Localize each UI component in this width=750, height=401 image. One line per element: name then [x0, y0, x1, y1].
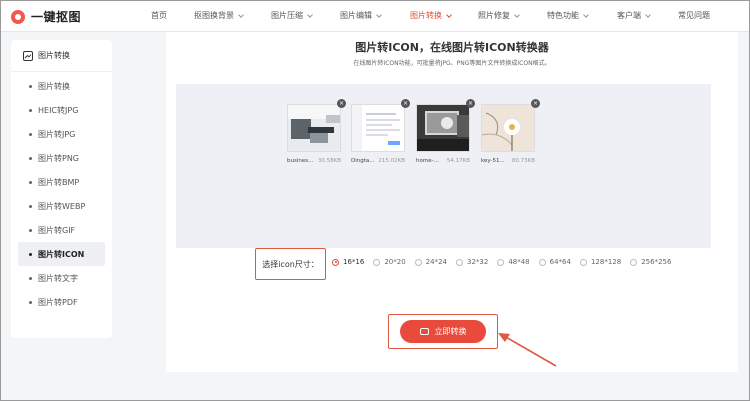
file-thumb: × busines... 30.58KB: [287, 99, 346, 164]
icon-size-options: 16*16 20*20 24*24 32*32 48*48 64*64 128*…: [332, 258, 680, 266]
remove-file-icon[interactable]: ×: [337, 99, 346, 108]
nav-item-cutout[interactable]: 抠图换背景: [194, 10, 244, 21]
size-option-16[interactable]: 16*16: [332, 258, 364, 266]
brand-name: 一键抠图: [31, 10, 82, 24]
icon-size-label: 选择icon尺寸：: [255, 248, 326, 280]
file-thumb: × home-... 54.17KB: [416, 99, 475, 164]
size-option-48[interactable]: 48*48: [497, 258, 530, 266]
nav-item-compress[interactable]: 图片压缩: [271, 10, 313, 21]
sidebar-item-to-icon[interactable]: 图片转ICON: [18, 242, 105, 266]
file-size: 54.17KB: [446, 158, 470, 164]
main-panel: 图片转ICON，在线图片转ICON转换器 在线图片转ICON功能，可批量将JPG…: [166, 32, 738, 372]
nav-item-faq[interactable]: 常见问题: [678, 10, 710, 21]
nav-item-restore[interactable]: 照片修复: [478, 10, 520, 21]
file-thumb: × Dingta... 215.02KB: [351, 99, 410, 164]
size-option-128[interactable]: 128*128: [579, 258, 621, 266]
brand[interactable]: 一键抠图: [11, 8, 81, 25]
chevron-down-icon: [514, 11, 520, 18]
sidebar-item-heic-to-jpg[interactable]: HEIC转JPG: [11, 98, 112, 122]
chevron-down-icon: [307, 11, 313, 18]
sidebar: 图片转换 图片转换 HEIC转JPG 图片转JPG 图片转PNG 图片转BMP …: [11, 40, 112, 338]
convert-icon: [419, 328, 429, 335]
remove-file-icon[interactable]: ×: [401, 99, 410, 108]
nav-item-features[interactable]: 特色功能: [547, 10, 589, 21]
nav-item-home[interactable]: 首页: [151, 10, 167, 21]
sidebar-item-to-text[interactable]: 图片转文字: [11, 266, 112, 290]
page-title: 图片转ICON，在线图片转ICON转换器: [355, 41, 549, 54]
sidebar-item-to-png[interactable]: 图片转PNG: [11, 146, 112, 170]
upload-area[interactable]: × busines... 30.58KB × Dingta... 215.02KB: [176, 84, 711, 248]
radio-icon: [538, 258, 546, 266]
size-option-20[interactable]: 20*20: [373, 258, 406, 266]
radio-icon: [455, 258, 463, 266]
file-size: 215.02KB: [378, 158, 405, 164]
sidebar-header-label: 图片转换: [38, 51, 70, 60]
thumbnail-image: [351, 104, 405, 152]
chevron-down-icon: [238, 11, 244, 18]
size-option-32[interactable]: 32*32: [455, 258, 488, 266]
radio-checked-icon: [332, 258, 339, 266]
size-option-256[interactable]: 256*256: [630, 258, 671, 266]
radio-icon: [630, 258, 638, 266]
radio-icon: [414, 258, 422, 266]
file-name: Dingta...: [351, 158, 375, 164]
convert-now-button[interactable]: 立即转换: [400, 320, 486, 343]
radio-icon: [373, 258, 381, 266]
chevron-down-icon: [446, 11, 452, 18]
sidebar-header: 图片转换: [11, 40, 112, 72]
thumbnail-image: [416, 104, 470, 152]
chevron-down-icon: [376, 11, 382, 18]
remove-file-icon[interactable]: ×: [466, 99, 475, 108]
convert-highlight: 立即转换: [388, 314, 498, 349]
size-option-64[interactable]: 64*64: [538, 258, 571, 266]
top-nav: 一键抠图 首页 抠图换背景 图片压缩 图片编辑 图片转换 照片修复 特色功能 客…: [0, 0, 750, 32]
image-convert-icon: [23, 50, 33, 61]
remove-file-icon[interactable]: ×: [531, 99, 540, 108]
sidebar-item-to-gif[interactable]: 图片转GIF: [11, 218, 112, 242]
logo-icon: [11, 9, 25, 24]
radio-icon: [579, 258, 587, 266]
file-name: busines...: [287, 158, 314, 164]
convert-button-label: 立即转换: [434, 327, 467, 336]
sidebar-item-image-convert[interactable]: 图片转换: [11, 74, 112, 98]
file-name: key-51...: [481, 158, 505, 164]
file-thumb: × key-51... 80.73KB: [481, 99, 540, 164]
sidebar-item-to-jpg[interactable]: 图片转JPG: [11, 122, 112, 146]
thumbnail-image: [481, 104, 535, 152]
nav-item-edit[interactable]: 图片编辑: [340, 10, 382, 21]
file-size: 80.73KB: [511, 158, 535, 164]
chevron-down-icon: [583, 11, 589, 18]
sidebar-item-to-webp[interactable]: 图片转WEBP: [11, 194, 112, 218]
nav-item-client[interactable]: 客户端: [617, 10, 651, 21]
radio-icon: [497, 258, 505, 266]
nav-item-convert[interactable]: 图片转换: [410, 10, 452, 21]
file-size: 30.58KB: [317, 158, 341, 164]
page-subtitle: 在线图片转ICON功能，可批量将JPG、PNG等图片文件转换成ICON格式。: [353, 60, 551, 67]
file-name: home-...: [416, 158, 439, 164]
sidebar-item-to-pdf[interactable]: 图片转PDF: [11, 290, 112, 314]
chevron-down-icon: [645, 11, 651, 18]
size-option-24[interactable]: 24*24: [414, 258, 447, 266]
thumbnail-image: [287, 104, 341, 152]
sidebar-item-to-bmp[interactable]: 图片转BMP: [11, 170, 112, 194]
